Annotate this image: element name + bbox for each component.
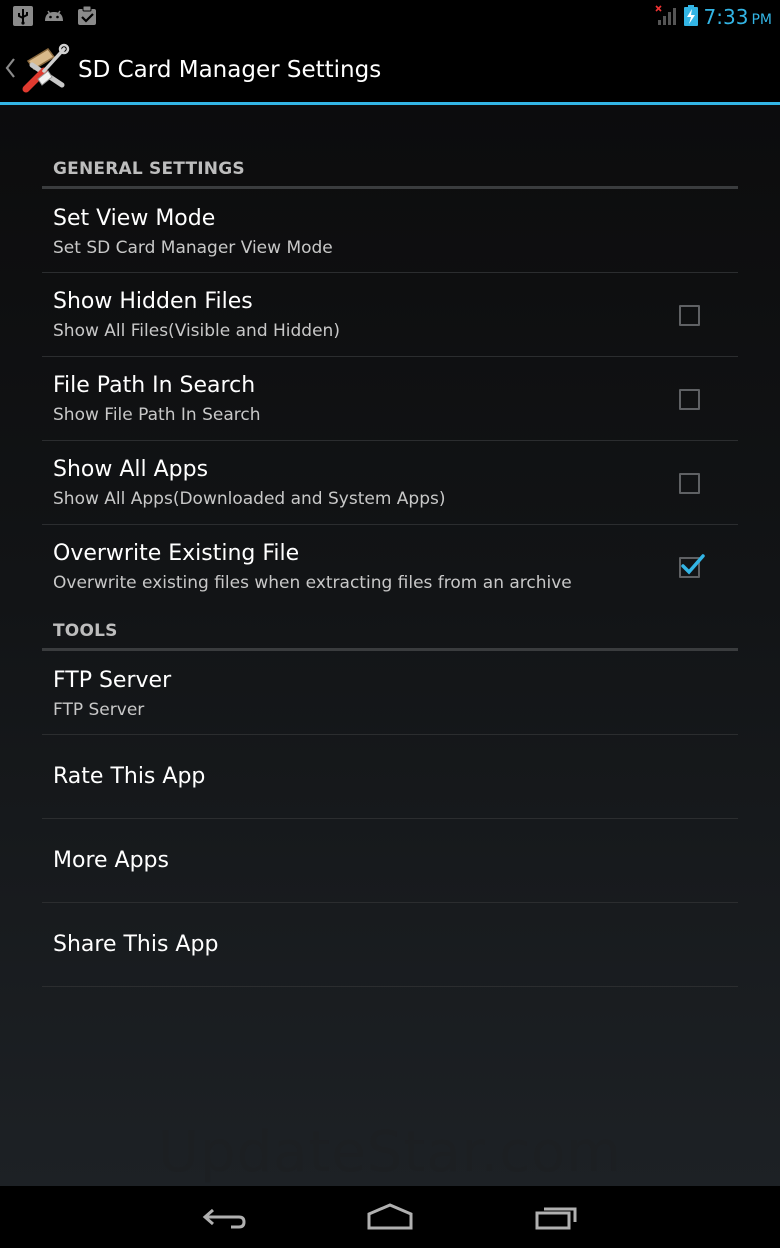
overwrite-existing-file-checkbox[interactable] [679,554,705,578]
checkmark-icon [681,554,705,575]
pref-summary: FTP Server [53,700,145,720]
back-icon[interactable] [201,1200,247,1238]
pref-title: Overwrite Existing File [53,541,300,566]
pref-summary: Show All Files(Visible and Hidden) [53,321,340,341]
pref-title: Show Hidden Files [53,289,253,314]
status-bar: 7:33 PM [0,0,780,33]
category-tools: TOOLS [53,621,118,641]
show-hidden-files-checkbox[interactable] [679,305,700,326]
pref-title: Rate This App [53,764,206,789]
file-path-in-search-checkbox[interactable] [679,389,700,410]
pref-more-apps[interactable]: More Apps [42,819,738,903]
pref-title: File Path In Search [53,373,256,398]
recent-apps-icon[interactable] [534,1200,580,1238]
settings-list[interactable]: GENERAL SETTINGS Set View Mode Set SD Ca… [0,105,780,1186]
time-text: 7:33 [703,5,749,29]
pref-ftp-server[interactable]: FTP Server FTP Server [42,651,738,735]
pref-file-path-in-search[interactable]: File Path In Search Show File Path In Se… [42,357,738,441]
pref-title: Set View Mode [53,206,216,231]
pref-summary: Show File Path In Search [53,405,261,425]
battery-charging-icon [683,5,699,27]
pref-set-view-mode[interactable]: Set View Mode Set SD Card Manager View M… [42,189,738,273]
pref-title: Show All Apps [53,457,209,482]
category-general-settings: GENERAL SETTINGS [53,159,245,179]
pref-title: FTP Server [53,668,172,693]
pref-summary: Set SD Card Manager View Mode [53,238,333,258]
pref-share-this-app[interactable]: Share This App [42,903,738,987]
navigation-bar [0,1186,780,1248]
android-icon [43,5,65,27]
pref-overwrite-existing-file[interactable]: Overwrite Existing File Overwrite existi… [42,525,738,609]
pref-show-hidden-files[interactable]: Show Hidden Files Show All Files(Visible… [42,273,738,357]
signal-icon [655,5,677,27]
watermark: UpdateStar.com [158,1120,622,1185]
pref-rate-this-app[interactable]: Rate This App [42,735,738,819]
pref-show-all-apps[interactable]: Show All Apps Show All Apps(Downloaded a… [42,441,738,525]
chevron-left-icon[interactable] [4,57,16,83]
ampm-text: PM [751,12,772,28]
show-all-apps-checkbox[interactable] [679,473,700,494]
pref-title: More Apps [53,848,169,873]
pref-title: Share This App [53,932,219,957]
row-divider [42,986,738,987]
usb-icon [12,5,34,27]
pref-summary: Overwrite existing files when extracting… [53,573,572,593]
tools-icon[interactable] [18,41,72,95]
page-title: SD Card Manager Settings [78,57,382,83]
clipboard-icon [76,5,98,27]
status-time: 7:33 PM [704,4,772,33]
pref-summary: Show All Apps(Downloaded and System Apps… [53,489,446,509]
home-icon[interactable] [366,1200,414,1238]
